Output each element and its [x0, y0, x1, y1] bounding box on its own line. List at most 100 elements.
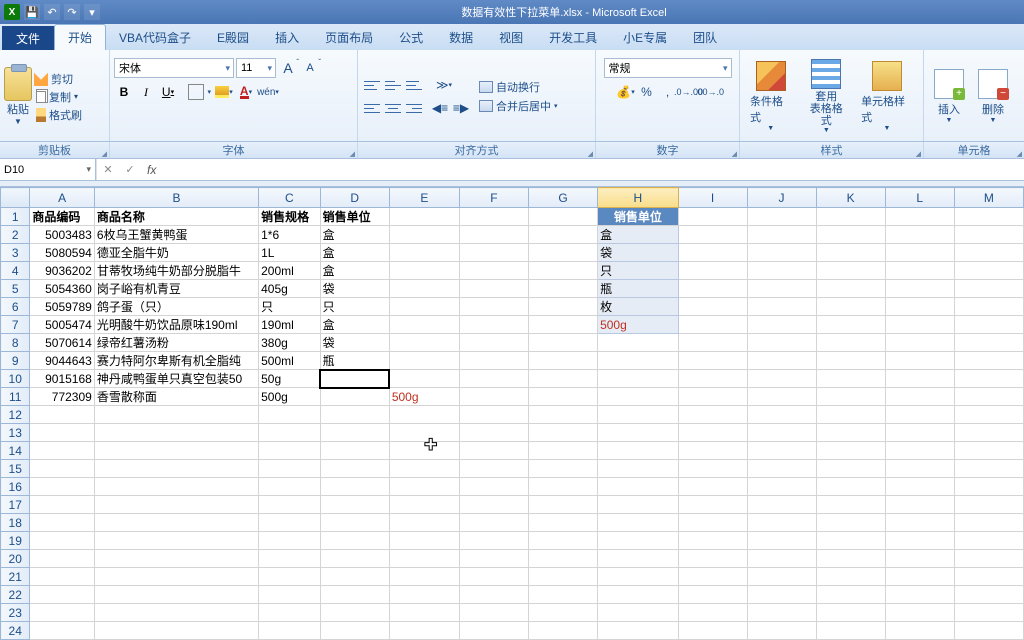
cell-K7[interactable] — [816, 316, 885, 334]
cell-L13[interactable] — [885, 424, 954, 442]
cell-C10[interactable]: 50g — [259, 370, 321, 388]
cell-D15[interactable] — [320, 460, 389, 478]
cell-B15[interactable] — [94, 460, 258, 478]
cell-H23[interactable] — [598, 604, 679, 622]
cell-E9[interactable] — [389, 352, 459, 370]
cell-I7[interactable] — [678, 316, 747, 334]
cell-E10[interactable] — [389, 370, 459, 388]
cell-K15[interactable] — [816, 460, 885, 478]
cell-B7[interactable]: 光明酸牛奶饮品原味190ml — [94, 316, 258, 334]
cell-C16[interactable] — [259, 478, 321, 496]
qat-customize-icon[interactable]: ▾ — [84, 4, 100, 20]
cell-J15[interactable] — [747, 460, 816, 478]
cell-G22[interactable] — [528, 586, 597, 604]
cell-L4[interactable] — [885, 262, 954, 280]
cell-F6[interactable] — [459, 298, 528, 316]
col-header-M[interactable]: M — [954, 188, 1023, 208]
cell-F9[interactable] — [459, 352, 528, 370]
cell-M14[interactable] — [954, 442, 1023, 460]
insert-cells-button[interactable]: 插入▼ — [928, 67, 970, 126]
cell-G17[interactable] — [528, 496, 597, 514]
tab-view[interactable]: 视图 — [486, 25, 536, 50]
row-header-24[interactable]: 24 — [1, 622, 30, 640]
cell-A5[interactable]: 5054360 — [30, 280, 94, 298]
cell-E6[interactable] — [389, 298, 459, 316]
cell-H4[interactable]: 只 — [598, 262, 679, 280]
cell-K12[interactable] — [816, 406, 885, 424]
format-table-button[interactable]: 套用 表格格式▼ — [800, 57, 854, 136]
row-header-4[interactable]: 4 — [1, 262, 30, 280]
cell-H22[interactable] — [598, 586, 679, 604]
cell-A19[interactable] — [30, 532, 94, 550]
cell-E5[interactable] — [389, 280, 459, 298]
cell-A22[interactable] — [30, 586, 94, 604]
cell-A1[interactable]: 商品编码 — [30, 208, 94, 226]
cell-K3[interactable] — [816, 244, 885, 262]
cell-A21[interactable] — [30, 568, 94, 586]
name-box[interactable]: D10 — [0, 159, 96, 180]
cell-E11[interactable]: 500g — [389, 388, 459, 406]
col-header-I[interactable]: I — [678, 188, 747, 208]
cell-E13[interactable] — [389, 424, 459, 442]
cell-M17[interactable] — [954, 496, 1023, 514]
cell-A23[interactable] — [30, 604, 94, 622]
cell-F12[interactable] — [459, 406, 528, 424]
fill-color-button[interactable]: ▾ — [214, 82, 234, 102]
cell-K23[interactable] — [816, 604, 885, 622]
cell-E3[interactable] — [389, 244, 459, 262]
row-header-18[interactable]: 18 — [1, 514, 30, 532]
cell-D12[interactable] — [320, 406, 389, 424]
cell-E4[interactable] — [389, 262, 459, 280]
cell-K14[interactable] — [816, 442, 885, 460]
cell-M2[interactable] — [954, 226, 1023, 244]
cell-A4[interactable]: 9036202 — [30, 262, 94, 280]
cell-A11[interactable]: 772309 — [30, 388, 94, 406]
cell-A15[interactable] — [30, 460, 94, 478]
cell-A6[interactable]: 5059789 — [30, 298, 94, 316]
cell-E15[interactable] — [389, 460, 459, 478]
cell-F11[interactable] — [459, 388, 528, 406]
cell-L8[interactable] — [885, 334, 954, 352]
row-header-8[interactable]: 8 — [1, 334, 30, 352]
underline-button[interactable]: U▾ — [158, 82, 178, 102]
cell-L15[interactable] — [885, 460, 954, 478]
row-header-7[interactable]: 7 — [1, 316, 30, 334]
cell-H9[interactable] — [598, 352, 679, 370]
cell-I2[interactable] — [678, 226, 747, 244]
cell-F10[interactable] — [459, 370, 528, 388]
delete-cells-button[interactable]: 删除▼ — [972, 67, 1014, 126]
cell-A7[interactable]: 5005474 — [30, 316, 94, 334]
phonetic-button[interactable]: wén▾ — [258, 82, 278, 102]
col-header-F[interactable]: F — [459, 188, 528, 208]
cell-L2[interactable] — [885, 226, 954, 244]
cell-J20[interactable] — [747, 550, 816, 568]
cell-L1[interactable] — [885, 208, 954, 226]
cell-C5[interactable]: 405g — [259, 280, 321, 298]
cell-G14[interactable] — [528, 442, 597, 460]
cell-M6[interactable] — [954, 298, 1023, 316]
cell-J16[interactable] — [747, 478, 816, 496]
tab-formula[interactable]: 公式 — [386, 25, 436, 50]
cell-J17[interactable] — [747, 496, 816, 514]
cell-H6[interactable]: 枚 — [598, 298, 679, 316]
bold-button[interactable]: B — [114, 82, 134, 102]
cell-J22[interactable] — [747, 586, 816, 604]
cell-C17[interactable] — [259, 496, 321, 514]
indent-increase-button[interactable]: ≡▶ — [451, 98, 471, 118]
cell-F18[interactable] — [459, 514, 528, 532]
cell-J3[interactable] — [747, 244, 816, 262]
row-header-10[interactable]: 10 — [1, 370, 30, 388]
tab-insert[interactable]: 插入 — [262, 25, 312, 50]
cell-H16[interactable] — [598, 478, 679, 496]
redo-icon[interactable]: ↷ — [64, 4, 80, 20]
cell-C8[interactable]: 380g — [259, 334, 321, 352]
cell-G10[interactable] — [528, 370, 597, 388]
row-header-15[interactable]: 15 — [1, 460, 30, 478]
tab-vba[interactable]: VBA代码盒子 — [106, 25, 204, 50]
cell-M12[interactable] — [954, 406, 1023, 424]
cell-L24[interactable] — [885, 622, 954, 640]
cell-E22[interactable] — [389, 586, 459, 604]
decrease-decimal-button[interactable]: .00→.0 — [700, 82, 720, 102]
tab-xiaoe[interactable]: 小E专属 — [610, 25, 680, 50]
cell-I18[interactable] — [678, 514, 747, 532]
